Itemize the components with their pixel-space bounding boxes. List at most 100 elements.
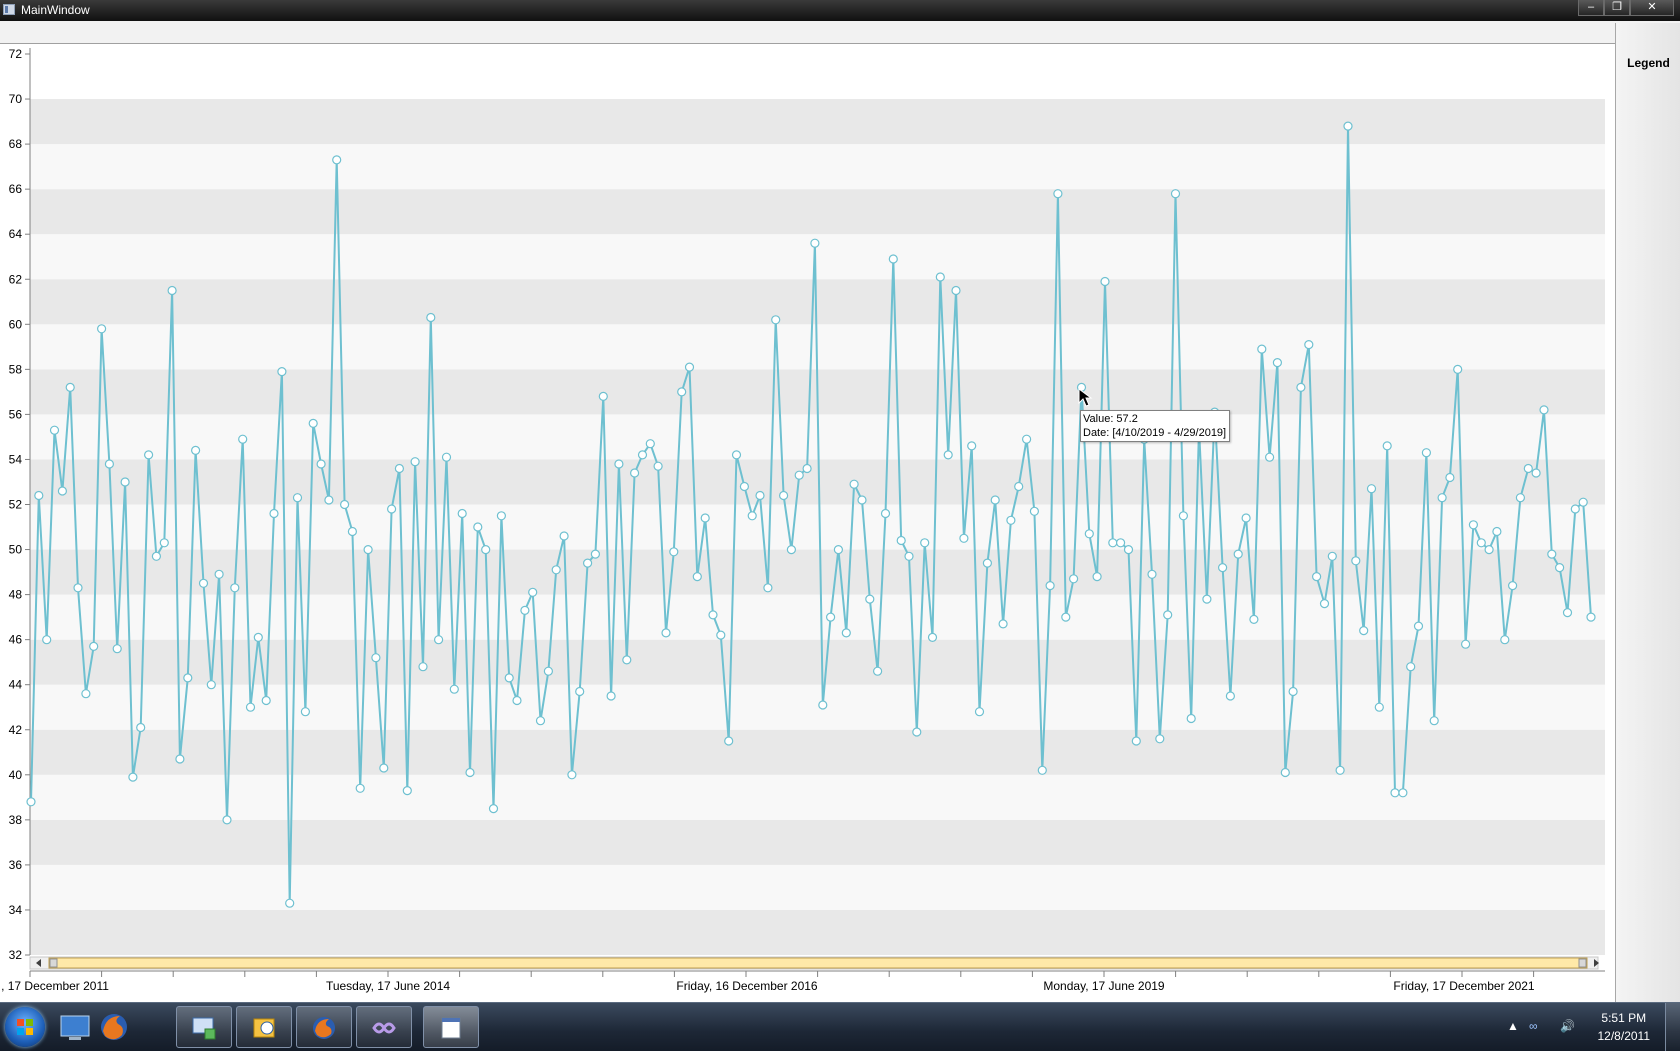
data-point [865,594,875,604]
show-desktop-icon[interactable] [55,1007,95,1047]
data-point [724,736,734,746]
data-point [65,382,75,392]
minimize-button[interactable]: ‒ [1578,0,1604,16]
data-point [1029,506,1040,516]
y-tick-label: 32 [9,948,23,962]
system-clock[interactable]: 5:51 PM 12/8/2011 [1598,1009,1651,1045]
thumb-right-grip[interactable] [1578,958,1587,968]
app-icon [3,4,15,15]
y-tick-label: 52 [9,498,23,512]
data-point [888,254,898,264]
grid-band [30,144,1605,190]
x-tick-label: Friday, 17 December 2021 [1393,979,1535,993]
show-hidden-icons-icon[interactable]: ▲ [1507,1019,1519,1033]
data-point [943,450,953,460]
data-point [1562,607,1573,618]
volume-icon[interactable]: 🔊 [1560,1019,1575,1033]
data-point [89,641,99,652]
data-point [504,673,514,683]
data-point [1264,452,1275,462]
data-point [1006,515,1016,525]
data-point [418,662,428,672]
grid-band [30,819,1605,865]
data-point [810,238,820,248]
data-point [1178,511,1189,521]
scrollbar-thumb[interactable] [48,957,1588,969]
data-point [974,707,985,717]
thumb-left-grip[interactable] [49,958,58,968]
y-tick-label: 70 [9,92,23,106]
data-point [1202,594,1212,604]
data-point [802,463,812,474]
data-point [771,315,781,325]
data-point [1288,686,1298,697]
data-point [1515,493,1526,503]
window-titlebar[interactable]: MainWindow ‒ ❐ ✕ [0,0,1680,21]
grid-band [30,99,1605,145]
close-button[interactable]: ✕ [1630,0,1674,16]
data-point [786,545,797,555]
data-point [700,513,710,523]
start-orb-icon[interactable] [5,1007,45,1047]
data-point [49,425,60,435]
data-point [990,495,1000,505]
maximize-button[interactable]: ❐ [1604,0,1630,16]
data-point [872,666,883,676]
y-tick-label: 36 [9,858,23,872]
data-point [1445,472,1455,483]
data-point-tooltip: Value: 57.2 Date: [4/10/2019 - 4/29/2019… [1080,410,1231,442]
data-point [1406,662,1416,672]
data-point [637,450,648,460]
taskbar-mainwindow[interactable] [423,1006,479,1048]
data-point [763,583,773,593]
data-point [449,684,459,694]
data-point [708,610,718,620]
data-point [261,695,271,706]
data-point [1217,562,1228,573]
data-point [1296,382,1306,392]
data-point [528,587,538,597]
data-point [1554,562,1565,573]
visual-studio-icon [372,1022,396,1034]
data-point [1014,481,1024,492]
data-point [488,803,499,814]
data-point [457,508,467,519]
data-point [645,439,655,449]
firefox-icon[interactable] [94,1007,134,1047]
data-point [112,644,122,654]
data-point [151,551,161,561]
data-point [175,754,185,764]
line-chart[interactable]: 32 34 36 38 40 42 44 46 48 50 52 54 56 58 60 62 64 66 68 70… [0,44,1615,1002]
data-point [959,533,969,543]
data-point [426,312,436,323]
chart-scrollbar[interactable] [29,956,1599,970]
data-point [81,689,91,699]
data-point [230,583,240,593]
visual-studio-tray-icon[interactable]: ∞ [1529,1019,1538,1033]
window-controls: ‒ ❐ ✕ [1578,0,1674,18]
taskbar-firefox[interactable] [296,1006,352,1048]
taskbar-outlook[interactable] [236,1006,292,1048]
data-point [277,367,287,377]
data-point [1359,625,1369,636]
data-point [434,635,444,645]
taskbar-visual-studio[interactable] [356,1006,412,1048]
legend-title: Legend [1627,56,1670,70]
data-point [316,459,326,469]
data-point [1382,441,1392,451]
data-point [238,434,248,444]
data-point [1147,569,1157,579]
data-point [245,702,256,712]
data-point [1351,556,1361,566]
taskbar-remote-desktop[interactable] [176,1006,232,1048]
data-point [1429,716,1439,726]
data-point [575,686,585,697]
data-point [96,324,107,334]
data-point [927,632,938,643]
x-axis: , 17 December 2011 Tuesday, 17 June 2014 F… [1,970,1605,993]
data-point [982,558,993,568]
y-tick-label: 50 [9,543,23,557]
data-point [1421,448,1432,458]
data-point [1319,598,1330,609]
show-desktop-button[interactable] [1665,1003,1680,1051]
